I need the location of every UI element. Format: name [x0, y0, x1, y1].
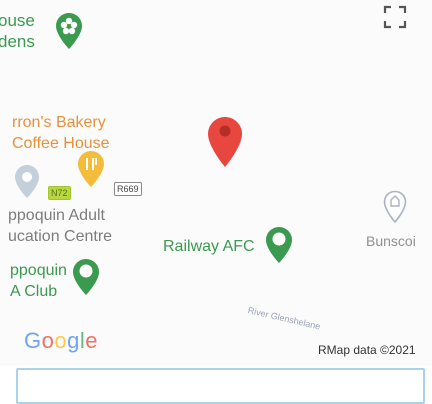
- map-canvas[interactable]: ouse dens rron's Bakery Coffee House N72…: [0, 0, 432, 366]
- logo-letter: G: [24, 328, 42, 353]
- selected-map-marker-icon[interactable]: [207, 116, 243, 168]
- logo-letter: e: [85, 328, 99, 353]
- logo-letter: g: [67, 328, 80, 353]
- cafe-icon[interactable]: [77, 150, 105, 188]
- flower-icon[interactable]: [55, 12, 83, 50]
- search-input[interactable]: [16, 368, 425, 404]
- poi-label-bakery[interactable]: rron's Bakery Coffee House: [12, 112, 110, 154]
- place-of-worship-icon[interactable]: [383, 190, 407, 224]
- logo-letter: o: [54, 328, 68, 353]
- road-shield-white: R669: [114, 182, 142, 196]
- poi-label-school[interactable]: ppoquin Adult ucation Centre: [8, 205, 112, 247]
- sports-icon[interactable]: [265, 226, 293, 264]
- google-logo: Google: [24, 328, 98, 354]
- fullscreen-icon[interactable]: [383, 5, 407, 29]
- poi-label-worship[interactable]: Bunscoi: [366, 231, 416, 252]
- map-attribution[interactable]: RMap data ©2021: [318, 343, 416, 357]
- sports-icon[interactable]: [72, 258, 100, 296]
- poi-label-club[interactable]: ppoquin A Club: [10, 260, 67, 302]
- poi-label-railway-afc[interactable]: Railway AFC: [163, 236, 255, 257]
- road-label: River Glenshelane: [246, 305, 322, 332]
- logo-letter: o: [41, 328, 55, 353]
- map-marker-icon[interactable]: [14, 164, 40, 200]
- poi-label-garden[interactable]: ouse dens: [0, 10, 35, 52]
- road-shield-green: N72: [48, 186, 71, 200]
